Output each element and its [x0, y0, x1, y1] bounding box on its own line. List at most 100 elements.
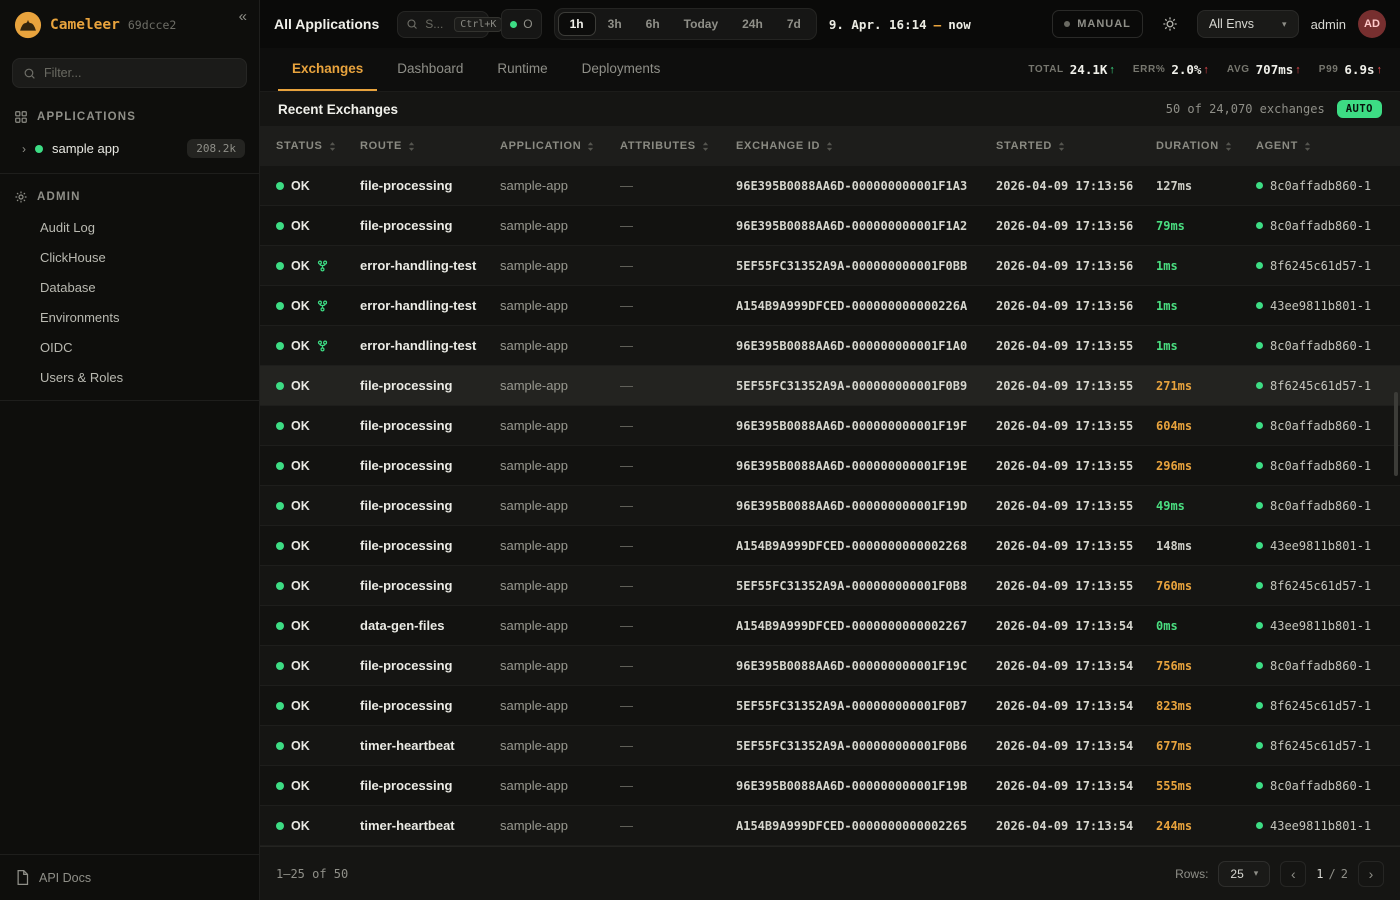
api-docs-link[interactable]: API Docs [0, 854, 259, 900]
tab-runtime[interactable]: Runtime [483, 48, 561, 91]
duration-cell: 1ms [1156, 299, 1256, 313]
agent-cell: 8c0affadb860-1 [1256, 659, 1400, 673]
column-header-route[interactable]: ROUTE [360, 140, 500, 152]
filter-input[interactable] [44, 66, 236, 80]
column-header-application[interactable]: APPLICATION [500, 140, 620, 152]
sidebar-item-users-roles[interactable]: Users & Roles [0, 362, 259, 392]
status-ok-dot-icon [276, 662, 284, 670]
duration-cell: 49ms [1156, 499, 1256, 513]
current-page: 1 [1316, 867, 1323, 881]
exchange-id-cell: 96E395B0088AA6D-000000000001F19D [736, 499, 996, 513]
main-tabs: ExchangesDashboardRuntimeDeployments [278, 48, 674, 91]
filter-box[interactable] [12, 58, 247, 88]
page-separator: / [1329, 867, 1336, 881]
route-cell: error-handling-test [360, 298, 500, 313]
duration-cell: 0ms [1156, 619, 1256, 633]
time-range-6h[interactable]: 6h [634, 12, 672, 36]
column-header-started[interactable]: STARTED [996, 140, 1156, 152]
route-cell: file-processing [360, 778, 500, 793]
tab-deployments[interactable]: Deployments [568, 48, 675, 91]
applications-icon [14, 110, 28, 124]
status-cell: OK [276, 299, 360, 313]
page-title: All Applications [274, 16, 379, 32]
application-cell: sample-app [500, 618, 620, 633]
next-page-button[interactable]: › [1358, 861, 1384, 887]
column-header-duration[interactable]: DURATION [1156, 140, 1256, 152]
sidebar-item-audit-log[interactable]: Audit Log [0, 212, 259, 242]
manual-refresh-button[interactable]: MANUAL [1052, 10, 1143, 38]
route-cell: file-processing [360, 538, 500, 553]
fork-icon [317, 300, 328, 312]
table-row[interactable]: OKerror-handling-testsample-app—96E395B0… [260, 326, 1400, 366]
table-row[interactable]: OKfile-processingsample-app—96E395B0088A… [260, 406, 1400, 446]
table-row[interactable]: OKtimer-heartbeatsample-app—5EF55FC31352… [260, 726, 1400, 766]
sort-icon [408, 141, 415, 152]
tab-exchanges[interactable]: Exchanges [278, 48, 377, 91]
prev-page-button[interactable]: ‹ [1280, 861, 1306, 887]
errors-only-toggle[interactable]: O [501, 9, 541, 39]
table-row[interactable]: OKfile-processingsample-app—5EF55FC31352… [260, 366, 1400, 406]
theme-toggle-button[interactable] [1155, 9, 1185, 39]
column-header-attributes[interactable]: ATTRIBUTES [620, 140, 736, 152]
table-row[interactable]: OKfile-processingsample-app—5EF55FC31352… [260, 686, 1400, 726]
search-field[interactable] [425, 17, 447, 31]
table-row[interactable]: OKfile-processingsample-app—96E395B0088A… [260, 486, 1400, 526]
table-row[interactable]: OKerror-handling-testsample-app—5EF55FC3… [260, 246, 1400, 286]
avatar[interactable]: AD [1358, 10, 1386, 38]
duration-cell: 555ms [1156, 779, 1256, 793]
status-label: OK [291, 179, 310, 193]
application-cell: sample-app [500, 258, 620, 273]
column-header-exchange-id[interactable]: EXCHANGE ID [736, 140, 996, 152]
date-range[interactable]: 9. Apr. 16:14 – now [829, 17, 971, 32]
table-row[interactable]: OKfile-processingsample-app—96E395B0088A… [260, 166, 1400, 206]
column-header-status[interactable]: STATUS [276, 140, 360, 152]
tabs-bar: ExchangesDashboardRuntimeDeployments TOT… [260, 48, 1400, 92]
table-row[interactable]: OKfile-processingsample-app—5EF55FC31352… [260, 566, 1400, 606]
exchange-id-cell: 96E395B0088AA6D-000000000001F19F [736, 419, 996, 433]
sidebar-item-oidc[interactable]: OIDC [0, 332, 259, 362]
time-range-1h[interactable]: 1h [558, 12, 596, 36]
stat-label: AVG [1227, 64, 1250, 75]
table-row[interactable]: OKfile-processingsample-app—96E395B0088A… [260, 766, 1400, 806]
rows-per-page-select[interactable]: 25 ▾ [1218, 861, 1270, 887]
time-range-3h[interactable]: 3h [596, 12, 634, 36]
started-cell: 2026-04-09 17:13:56 [996, 179, 1156, 193]
sidebar-item-environments[interactable]: Environments [0, 302, 259, 332]
table-row[interactable]: OKfile-processingsample-app—A154B9A999DF… [260, 526, 1400, 566]
status-cell: OK [276, 819, 360, 833]
date-range-start: 9. Apr. 16:14 [829, 17, 927, 32]
duration-cell: 756ms [1156, 659, 1256, 673]
chevron-right-icon[interactable]: › [22, 142, 26, 156]
tab-dashboard[interactable]: Dashboard [383, 48, 477, 91]
table-row[interactable]: OKfile-processingsample-app—96E395B0088A… [260, 446, 1400, 486]
time-range-24h[interactable]: 24h [730, 12, 775, 36]
env-select[interactable]: All Envs ▾ [1197, 10, 1299, 38]
sidebar-item-database[interactable]: Database [0, 272, 259, 302]
attributes-cell: — [620, 778, 736, 793]
table-row[interactable]: OKdata-gen-filessample-app—A154B9A999DFC… [260, 606, 1400, 646]
status-cell: OK [276, 779, 360, 793]
scrollbar-thumb[interactable] [1394, 392, 1398, 476]
global-search-input[interactable]: Ctrl+K [397, 11, 489, 38]
status-label: OK [291, 259, 310, 273]
time-range-today[interactable]: Today [672, 12, 730, 36]
sort-icon [1304, 141, 1311, 152]
time-range-7d[interactable]: 7d [775, 12, 813, 36]
agent-id: 8c0affadb860-1 [1270, 179, 1371, 193]
auto-refresh-badge[interactable]: AUTO [1337, 100, 1382, 118]
env-select-value: All Envs [1209, 17, 1254, 31]
table-row[interactable]: OKfile-processingsample-app—96E395B0088A… [260, 206, 1400, 246]
duration-cell: 271ms [1156, 379, 1256, 393]
agent-cell: 43ee9811b801-1 [1256, 619, 1400, 633]
sidebar-collapse-button[interactable]: « [239, 8, 247, 25]
agent-cell: 8f6245c61d57-1 [1256, 259, 1400, 273]
exchange-id-cell: 96E395B0088AA6D-000000000001F1A0 [736, 339, 996, 353]
column-header-agent[interactable]: AGENT [1256, 140, 1400, 152]
table-row[interactable]: OKtimer-heartbeatsample-app—A154B9A999DF… [260, 806, 1400, 846]
sidebar-item-sample-app[interactable]: › sample app 208.2k [0, 132, 259, 165]
column-label: EXCHANGE ID [736, 140, 820, 152]
sidebar-item-clickhouse[interactable]: ClickHouse [0, 242, 259, 272]
table-row[interactable]: OKerror-handling-testsample-app—A154B9A9… [260, 286, 1400, 326]
status-cell: OK [276, 379, 360, 393]
table-row[interactable]: OKfile-processingsample-app—96E395B0088A… [260, 646, 1400, 686]
